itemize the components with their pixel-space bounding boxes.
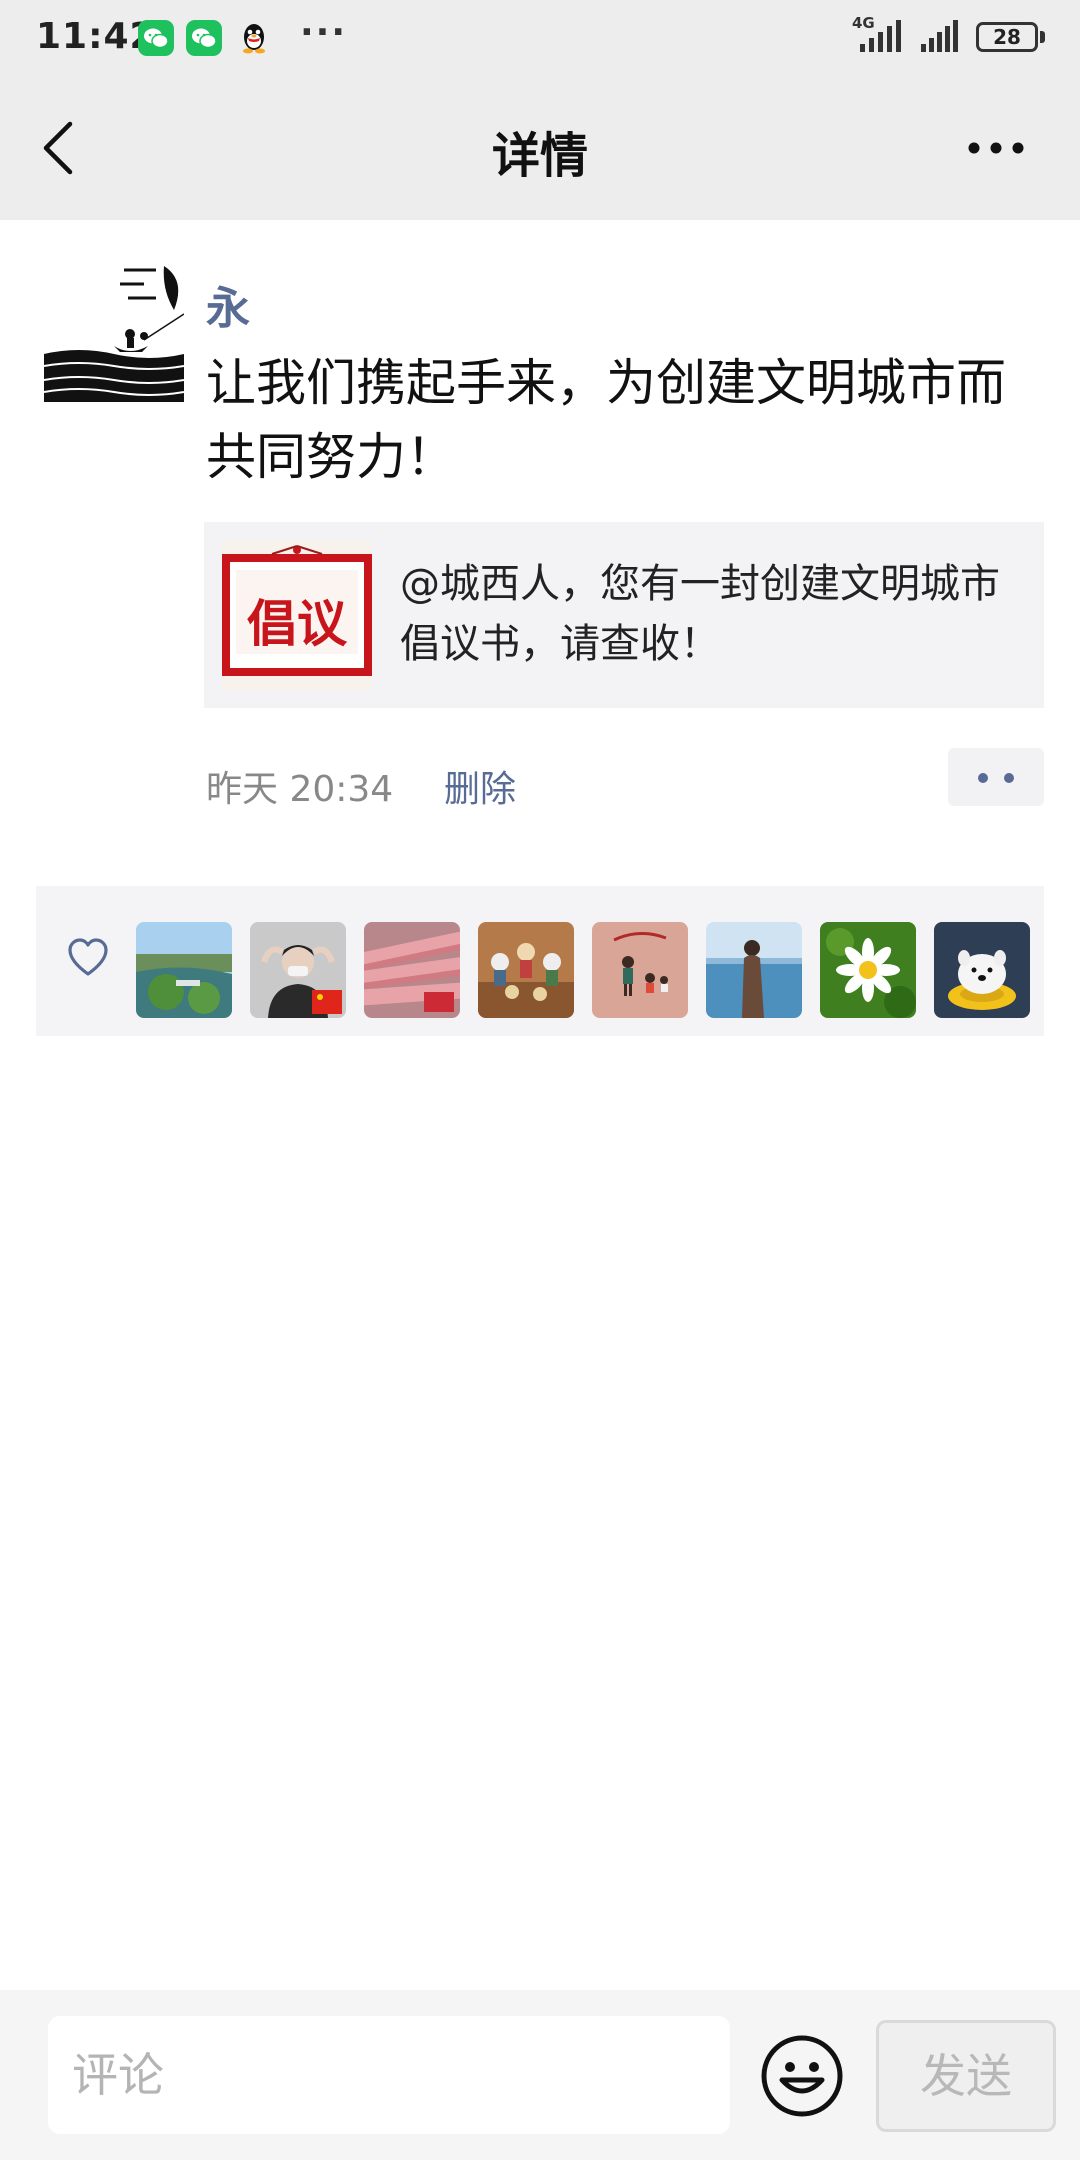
liker-avatar[interactable] [364,922,460,1018]
article-thumbnail: 倡议 [222,540,372,690]
page-title: 详情 [491,128,588,184]
liker-avatar[interactable] [250,922,346,1018]
liker-avatar[interactable] [136,922,232,1018]
qq-icon [236,20,272,56]
battery-tip [1040,31,1045,43]
wechat-icon [186,20,222,56]
liker-avatar[interactable] [820,922,916,1018]
signal-icon [860,20,901,52]
likes-section [36,886,1044,1036]
wechat-icon [138,20,174,56]
avatar[interactable] [44,262,184,402]
comment-input[interactable] [48,2016,730,2134]
status-bar: 11:42 ··· 4G 28 [0,0,1080,76]
liker-avatar[interactable] [478,922,574,1018]
post-text: 让我们携起手来，为创建文明城市而共同努力！ [206,354,1006,486]
delete-link[interactable]: 删除 [444,760,516,812]
liker-avatar[interactable] [706,922,802,1018]
dot-icon [978,773,988,783]
emoji-icon[interactable] [760,2034,844,2118]
signal-icon [921,20,958,52]
post-actions-button[interactable] [948,748,1044,806]
author-name[interactable]: 永 [206,272,250,336]
liker-avatar[interactable] [934,922,1030,1018]
dot-icon [1004,773,1014,783]
nav-bar: 详情 [0,76,1080,220]
article-title: @城西人，您有一封创建文明城市倡议书，请查收！ [400,561,1000,667]
shared-article-card[interactable]: 倡议 @城西人，您有一封创建文明城市倡议书，请查收！ [204,522,1044,708]
more-icon[interactable] [964,128,1028,168]
more-notifications-icon: ··· [300,12,348,53]
heart-icon [68,938,108,976]
battery-icon: 28 [976,22,1038,52]
post-timestamp: 昨天 20:34 [206,769,394,810]
thumbnail-text: 倡议 [247,594,347,653]
send-button[interactable]: 发送 [876,2020,1056,2132]
comment-bar: 发送 [0,1990,1080,2160]
liker-avatar[interactable] [592,922,688,1018]
